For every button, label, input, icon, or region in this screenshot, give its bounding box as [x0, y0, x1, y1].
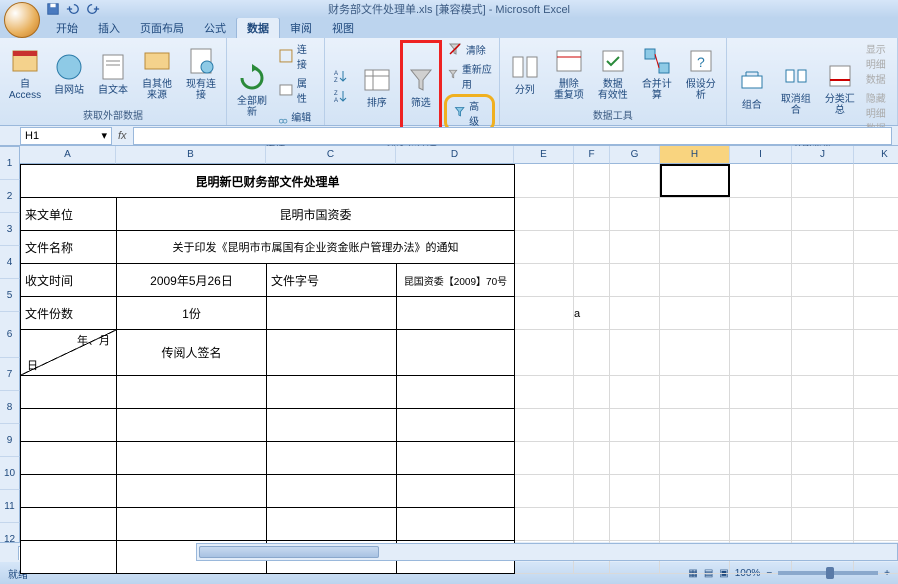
column-header-A[interactable]: A	[20, 146, 116, 164]
svg-text:A: A	[334, 98, 338, 104]
from-access-button[interactable]: 自 Access	[4, 40, 46, 106]
fx-icon[interactable]: fx	[118, 130, 127, 142]
row-header-4[interactable]: 4	[0, 246, 20, 279]
from-other-button[interactable]: 自其他来源	[136, 40, 178, 106]
column-header-B[interactable]: B	[116, 146, 266, 164]
cell-grid[interactable]: 昆明新巴财务部文件处理单 来文单位昆明市国资委 文件名称关于印发《昆明市市属国有…	[20, 164, 898, 542]
column-header-F[interactable]: F	[574, 146, 610, 164]
data-validation-button[interactable]: 数据 有效性	[592, 40, 634, 106]
existing-connections-button[interactable]: 现有连接	[180, 40, 222, 106]
row-header-7[interactable]: 7	[0, 358, 20, 391]
row-header-9[interactable]: 9	[0, 424, 20, 457]
subtotal-button[interactable]: 分类汇总	[819, 40, 861, 136]
undo-icon[interactable]	[66, 2, 80, 16]
what-if-button[interactable]: ?假设分析	[680, 40, 722, 106]
office-button[interactable]	[4, 2, 40, 38]
column-header-G[interactable]: G	[610, 146, 660, 164]
row-header-3[interactable]: 3	[0, 213, 20, 246]
sort-asc-button[interactable]: AZ	[329, 67, 354, 85]
column-header-K[interactable]: K	[854, 146, 898, 164]
group-button[interactable]: 组合	[731, 40, 773, 136]
tab-view[interactable]: 视图	[322, 18, 364, 38]
tab-start[interactable]: 开始	[46, 18, 88, 38]
column-header-E[interactable]: E	[514, 146, 574, 164]
formula-bar[interactable]	[133, 127, 892, 145]
document-table: 昆明新巴财务部文件处理单 来文单位昆明市国资委 文件名称关于印发《昆明市市属国有…	[20, 164, 515, 574]
sort-desc-button[interactable]: ZA	[329, 87, 354, 105]
consolidate-button[interactable]: 合并计算	[636, 40, 678, 106]
column-header-J[interactable]: J	[792, 146, 854, 164]
column-header-I[interactable]: I	[730, 146, 792, 164]
tab-data[interactable]: 数据	[236, 17, 280, 38]
properties-button[interactable]: 属性	[275, 74, 320, 106]
row-headers: 123456789101112	[0, 147, 20, 556]
column-header-H[interactable]: H	[660, 146, 730, 164]
ribbon-tabs: 开始 插入 页面布局 公式 数据 审阅 视图	[0, 18, 898, 38]
tab-formula[interactable]: 公式	[194, 18, 236, 38]
column-header-D[interactable]: D	[396, 146, 514, 164]
sort-button[interactable]: 排序	[356, 40, 398, 132]
cell-f5: a	[574, 308, 580, 320]
svg-text:Z: Z	[334, 78, 338, 84]
group-sort-filter: AZ ZA 排序 筛选 清除 重新应用 高级 排序和筛选	[325, 38, 500, 125]
window-title: 财务部文件处理单.xls [兼容模式] - Microsoft Excel	[328, 1, 570, 17]
from-text-button[interactable]: 自文本	[92, 40, 134, 106]
svg-text:Z: Z	[334, 91, 338, 97]
group-connections: 全部刷新 连接 属性 编辑链接 连接	[227, 38, 325, 125]
svg-text:?: ?	[697, 54, 705, 70]
funnel-icon	[405, 64, 437, 96]
horizontal-scrollbar[interactable]	[196, 543, 898, 561]
filter-button[interactable]: 筛选	[400, 40, 442, 132]
worksheet: 123456789101112 ABCDEFGHIJKL 昆明新巴财务部文件处理…	[0, 146, 898, 542]
ungroup-button[interactable]: 取消组合	[775, 40, 817, 136]
reapply-button[interactable]: 重新应用	[444, 60, 495, 92]
ribbon: 自 Access 自网站 自文本 自其他来源 现有连接 获取外部数据 全部刷新 …	[0, 38, 898, 126]
column-header-C[interactable]: C	[266, 146, 396, 164]
redo-icon[interactable]	[86, 2, 100, 16]
group-data-tools: 分列 删除 重复项 数据 有效性 合并计算 ?假设分析 数据工具	[500, 38, 727, 125]
row-header-6[interactable]: 6	[0, 312, 20, 358]
remove-duplicates-button[interactable]: 删除 重复项	[548, 40, 590, 106]
clear-filter-button[interactable]: 清除	[444, 40, 495, 58]
column-headers: ABCDEFGHIJKL	[20, 146, 898, 164]
from-web-button[interactable]: 自网站	[48, 40, 90, 106]
row-header-5[interactable]: 5	[0, 279, 20, 312]
row-header-1[interactable]: 1	[0, 147, 20, 180]
active-cell[interactable]	[660, 164, 730, 197]
zoom-slider[interactable]	[778, 571, 878, 575]
row-header-8[interactable]: 8	[0, 391, 20, 424]
doc-title: 昆明新巴财务部文件处理单	[21, 165, 515, 198]
row-header-2[interactable]: 2	[0, 180, 20, 213]
text-to-columns-button[interactable]: 分列	[504, 40, 546, 106]
formula-bar-row: H1▾ fx	[0, 126, 898, 146]
row-header-11[interactable]: 11	[0, 490, 20, 523]
diagonal-header: 年、月日	[21, 330, 117, 376]
save-icon[interactable]	[46, 2, 60, 16]
tab-layout[interactable]: 页面布局	[130, 18, 194, 38]
name-box[interactable]: H1▾	[20, 127, 112, 145]
tab-insert[interactable]: 插入	[88, 18, 130, 38]
group-external-data: 自 Access 自网站 自文本 自其他来源 现有连接 获取外部数据	[0, 38, 227, 125]
connections-button[interactable]: 连接	[275, 40, 320, 72]
tab-review[interactable]: 审阅	[280, 18, 322, 38]
quick-access-toolbar	[46, 2, 100, 16]
title-bar: 财务部文件处理单.xls [兼容模式] - Microsoft Excel	[0, 0, 898, 18]
group-outline: 组合 取消组合 分类汇总 显示明细数据 隐藏明细数据 分级显示	[727, 38, 898, 125]
refresh-all-button[interactable]: 全部刷新	[231, 40, 273, 140]
svg-text:A: A	[334, 71, 338, 77]
row-header-10[interactable]: 10	[0, 457, 20, 490]
show-detail-button: 显示明细数据	[863, 40, 893, 87]
